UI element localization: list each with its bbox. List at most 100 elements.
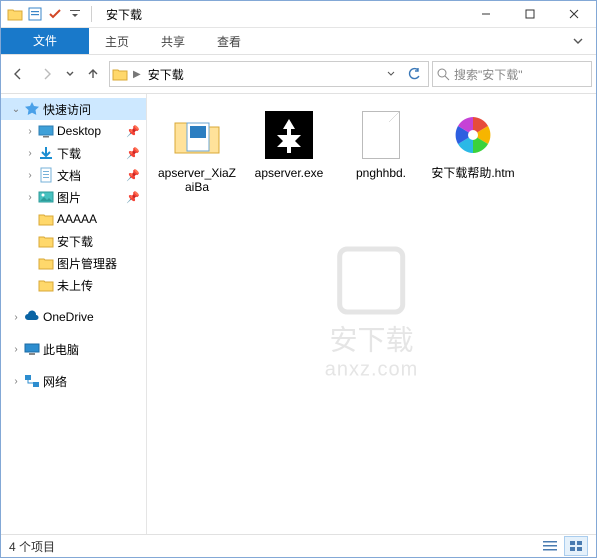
folder-icon [38,211,54,227]
sidebar-network[interactable]: › 网络 [1,370,146,392]
quick-access-toolbar: 安下载 [1,6,142,23]
sidebar-item-label: 图片 [57,189,81,206]
sidebar-item-label: 文档 [57,167,81,184]
expand-icon[interactable]: › [25,170,35,181]
expand-icon[interactable]: › [25,126,35,137]
sidebar-item-anxiazai[interactable]: 安下载 [1,230,146,252]
search-placeholder: 搜索"安下载" [454,66,523,83]
desktop-icon [38,123,54,139]
sidebar-item-notuploaded[interactable]: 未上传 [1,274,146,296]
tab-share[interactable]: 共享 [145,28,201,54]
picture-icon [38,189,54,205]
folder-icon [7,6,23,22]
file-name: apserver.exe [255,166,324,180]
file-view[interactable]: 安下载 anxz.com apserver_XiaZaiBa apserver.… [147,94,596,534]
ribbon-expand-button[interactable] [560,28,596,54]
sidebar-item-documents[interactable]: › 文档 📌 [1,164,146,186]
sidebar-item-label: 网络 [43,373,67,390]
sidebar-item-desktop[interactable]: › Desktop 📌 [1,120,146,142]
status-bar: 4 个项目 [1,534,596,557]
folder-icon [38,255,54,271]
tab-view[interactable]: 查看 [201,28,257,54]
tab-file[interactable]: 文件 [1,28,89,54]
chevron-right-icon[interactable]: ▶ [130,69,144,80]
file-name: 安下载帮助.htm [431,166,514,180]
address-dropdown-button[interactable] [382,69,400,79]
star-icon [24,101,40,117]
item-count: 4 个项目 [9,538,55,555]
file-grid: apserver_XiaZaiBa apserver.exe pnghhbd. [147,94,596,208]
navigation-pane[interactable]: ⌄ 快速访问 › Desktop 📌 › 下载 📌 › 文档 📌 [1,94,147,534]
sidebar-quick-access[interactable]: ⌄ 快速访问 [1,98,146,120]
file-item[interactable]: apserver.exe [245,104,333,198]
file-item[interactable]: apserver_XiaZaiBa [153,104,241,198]
window-controls [464,1,596,27]
window-title: 安下载 [106,6,142,23]
title-bar: 安下载 [1,1,596,28]
back-button[interactable] [5,61,31,87]
folder-icon [38,233,54,249]
watermark: 安下载 anxz.com [325,247,419,382]
folder-icon [112,66,128,82]
document-icon [38,167,54,183]
address-bar: ▶ 安下载 搜索"安下载" [1,55,596,94]
sidebar-this-pc[interactable]: › 此电脑 [1,338,146,360]
expand-icon[interactable]: › [25,192,35,203]
properties-icon[interactable] [27,6,43,22]
sidebar-item-label: AAAAA [57,212,97,226]
minimize-button[interactable] [464,1,508,27]
icons-view-button[interactable] [564,536,588,556]
maximize-button[interactable] [508,1,552,27]
pinwheel-icon [446,108,500,162]
pin-icon: 📌 [126,169,140,182]
cloud-icon [24,309,40,325]
ribbon-tabs: 文件 主页 共享 查看 [1,28,596,55]
download-icon [38,145,54,161]
file-item[interactable]: pnghhbd. [337,104,425,198]
check-icon[interactable] [47,6,63,22]
file-item[interactable]: 安下载帮助.htm [429,104,517,198]
pin-icon: 📌 [126,147,140,160]
pin-icon: 📌 [126,125,140,138]
sidebar-item-label: 安下载 [57,233,93,250]
file-name: apserver_XiaZaiBa [155,166,239,194]
close-button[interactable] [552,1,596,27]
sidebar-item-label: 快速访问 [43,101,91,118]
search-icon [437,68,450,81]
sidebar-item-label: 下载 [57,145,81,162]
sidebar-item-label: Desktop [57,124,101,138]
sidebar-item-label: OneDrive [43,310,94,324]
sidebar-item-downloads[interactable]: › 下载 📌 [1,142,146,164]
sidebar-item-label: 图片管理器 [57,255,117,272]
body: ⌄ 快速访问 › Desktop 📌 › 下载 📌 › 文档 📌 [1,94,596,534]
breadcrumb[interactable]: ▶ 安下载 [109,61,429,87]
collapse-icon[interactable]: ⌄ [11,104,21,115]
search-input[interactable]: 搜索"安下载" [432,61,592,87]
tab-home[interactable]: 主页 [89,28,145,54]
sidebar-onedrive[interactable]: › OneDrive [1,306,146,328]
forward-button[interactable] [34,61,60,87]
expand-icon[interactable]: › [25,148,35,159]
explorer-window: 安下载 文件 主页 共享 查看 ▶ 安下载 [0,0,597,558]
sidebar-item-label: 未上传 [57,277,93,294]
up-button[interactable] [80,61,106,87]
sidebar-item-label: 此电脑 [43,341,79,358]
expand-icon[interactable]: › [11,312,21,323]
breadcrumb-segment[interactable]: 安下载 [146,66,186,83]
sidebar-item-picmgr[interactable]: 图片管理器 [1,252,146,274]
expand-icon[interactable]: › [11,344,21,355]
blank-file-icon [354,108,408,162]
file-name: pnghhbd. [356,166,406,180]
network-icon [24,373,40,389]
exe-icon [262,108,316,162]
sidebar-item-aaaaa[interactable]: AAAAA [1,208,146,230]
separator [91,6,92,22]
recent-locations-button[interactable] [63,61,77,87]
expand-icon[interactable]: › [11,376,21,387]
qat-dropdown-icon[interactable] [67,6,83,22]
folder-icon [38,277,54,293]
details-view-button[interactable] [538,536,562,556]
sidebar-item-pictures[interactable]: › 图片 📌 [1,186,146,208]
refresh-button[interactable] [402,62,426,86]
pin-icon: 📌 [126,191,140,204]
